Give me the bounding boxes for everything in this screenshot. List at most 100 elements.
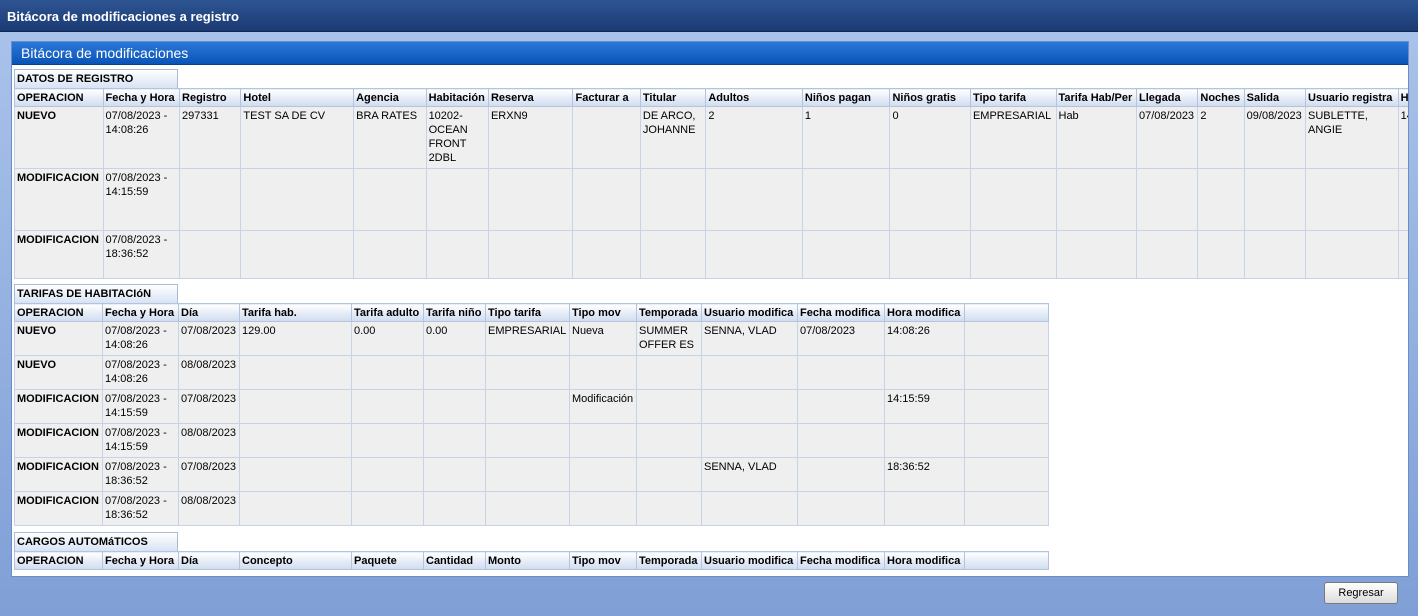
table-cell	[969, 230, 1057, 279]
table-cell	[889, 230, 971, 279]
table-cell	[425, 230, 489, 279]
table-cell	[351, 491, 424, 526]
column-header: Cantidad	[423, 551, 486, 570]
table-cell: DE ARCO, JOHANNE	[639, 106, 707, 169]
column-header: Fecha modifica	[797, 303, 885, 322]
table-cell	[487, 168, 574, 231]
table-cell	[964, 491, 1049, 526]
table-cell: ERXN9	[487, 106, 574, 169]
column-header: Registro	[179, 88, 242, 107]
column-header: Noches	[1197, 88, 1245, 107]
table-cell: 0.00	[423, 321, 486, 356]
table-cell	[1243, 230, 1307, 279]
table-cell	[701, 355, 798, 390]
table-cell	[1243, 168, 1307, 231]
column-header: Tipo tarifa	[969, 88, 1057, 107]
table-cell	[423, 389, 486, 424]
table-cell	[1135, 168, 1199, 231]
table-cell	[1305, 230, 1399, 279]
table-cell: 08/08/2023	[178, 423, 240, 458]
table-cell: 129.00	[239, 321, 352, 356]
table-cell	[797, 355, 885, 390]
table-cell	[639, 230, 707, 279]
window-edge	[1418, 0, 1424, 616]
table-row: MODIFICACION 07/08/2023 - 14:15:59 07/08/2…	[14, 389, 1049, 424]
operation-cell: MODIFICACION	[14, 230, 104, 279]
table-cell	[639, 168, 707, 231]
table-cell: Hab	[1055, 106, 1137, 169]
table-cell	[964, 423, 1049, 458]
table-cell	[1055, 168, 1137, 231]
cargos-table: OPERACION Fecha y Hora Día Concepto Paquete C…	[14, 551, 1049, 570]
table-cell	[1197, 230, 1245, 279]
panel-content[interactable]: DATOS DE REGISTRO OPERACION Fecha y Hora R…	[12, 65, 1408, 570]
column-header: Facturar a	[572, 88, 641, 107]
table-cell	[485, 355, 570, 390]
table-row: NUEVO 07/08/2023 - 14:08:26 07/08/2023 129.…	[14, 321, 1049, 356]
table-cell: 10202- OCEAN FRONT 2DBL	[425, 106, 489, 169]
table-cell: BRA RATES	[353, 106, 427, 169]
column-header: Día	[178, 303, 240, 322]
table-cell	[239, 491, 352, 526]
table-cell: 1	[801, 106, 891, 169]
table-cell	[179, 168, 242, 231]
table-cell	[636, 355, 702, 390]
section-title-cargos: CARGOS AUTOMáTICOS	[14, 532, 178, 551]
table-cell	[485, 389, 570, 424]
column-header: Fecha modifica	[797, 551, 885, 570]
table-cell: 07/08/2023	[178, 321, 240, 356]
operation-cell: NUEVO	[14, 106, 104, 169]
column-header: Concepto	[239, 551, 352, 570]
table-cell	[485, 423, 570, 458]
table-cell: SUMMER OFFER ES	[636, 321, 702, 356]
column-header: Hora modifica	[884, 551, 965, 570]
table-cell: SENNA, VLAD	[701, 457, 798, 492]
column-header: OPERACION	[14, 551, 103, 570]
table-cell: SENNA, VLAD	[701, 321, 798, 356]
table-cell: 07/08/2023 - 14:15:59	[102, 389, 179, 424]
table-cell	[351, 423, 424, 458]
table-cell: 07/08/2023 - 18:36:52	[102, 457, 179, 492]
column-header	[964, 551, 1049, 570]
table-cell	[705, 168, 803, 231]
column-header: OPERACION	[14, 88, 104, 107]
cargos-header-row: OPERACION Fecha y Hora Día Concepto Paquete C…	[14, 551, 1049, 570]
table-cell	[569, 491, 637, 526]
table-cell	[569, 355, 637, 390]
table-cell	[179, 230, 242, 279]
column-header: Paquete	[351, 551, 424, 570]
table-cell: 07/08/2023	[178, 389, 240, 424]
operation-cell: MODIFICACION	[14, 491, 103, 526]
table-cell	[1397, 230, 1408, 279]
table-cell	[485, 491, 570, 526]
table-cell	[1197, 168, 1245, 231]
table-cell: 14:0	[1397, 106, 1408, 169]
section-title-registro: DATOS DE REGISTRO	[14, 69, 178, 88]
table-cell: 07/08/2023 - 18:36:52	[102, 491, 179, 526]
table-cell	[797, 491, 885, 526]
table-cell	[701, 491, 798, 526]
table-cell	[423, 457, 486, 492]
table-cell: 07/08/2023	[178, 457, 240, 492]
table-cell	[1055, 230, 1137, 279]
table-cell	[964, 355, 1049, 390]
column-header: Tipo mov	[569, 303, 637, 322]
window-title: Bitácora de modificaciones a registro	[0, 0, 1418, 32]
table-cell	[964, 389, 1049, 424]
log-panel: Bitácora de modificaciones DATOS DE REGI…	[11, 41, 1409, 577]
tarifas-header-row: OPERACION Fecha y Hora Día Tarifa hab. Tarif…	[14, 303, 1049, 322]
table-cell: 0	[889, 106, 971, 169]
column-header: Llegada	[1135, 88, 1199, 107]
table-cell	[239, 355, 352, 390]
table-cell	[1397, 168, 1408, 231]
table-cell	[239, 423, 352, 458]
table-cell: 0.00	[351, 321, 424, 356]
column-header: Niños gratis	[889, 88, 971, 107]
table-cell	[701, 423, 798, 458]
table-cell	[889, 168, 971, 231]
table-cell	[636, 491, 702, 526]
table-cell	[801, 230, 891, 279]
column-header: Tarifa niño	[423, 303, 486, 322]
table-cell	[884, 423, 965, 458]
back-button[interactable]: Regresar	[1324, 582, 1398, 604]
